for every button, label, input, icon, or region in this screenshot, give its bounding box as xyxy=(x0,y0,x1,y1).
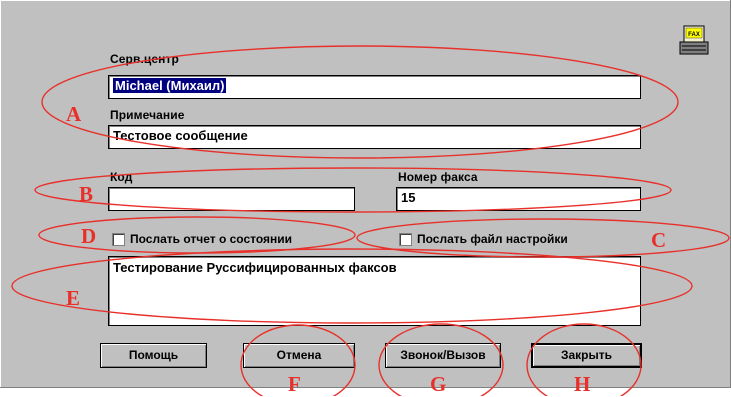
annotation-overlay xyxy=(11,45,730,396)
annotation-ellipse-b xyxy=(34,167,672,213)
annotation-ellipse-a xyxy=(41,45,679,159)
annotation-label-c: C xyxy=(651,228,667,252)
annotation-label-b: B xyxy=(79,182,94,206)
annotation-label-f: F xyxy=(288,372,301,396)
annotation-label-g: G xyxy=(430,372,447,396)
annotation-label-e: E xyxy=(66,286,81,310)
annotation-ellipse-c xyxy=(356,218,730,258)
annotation-label-a: A xyxy=(66,102,82,126)
annotation-ellipse-e xyxy=(11,248,693,324)
annotation-label-h: H xyxy=(574,372,591,396)
annotation-label-d: D xyxy=(81,224,97,248)
